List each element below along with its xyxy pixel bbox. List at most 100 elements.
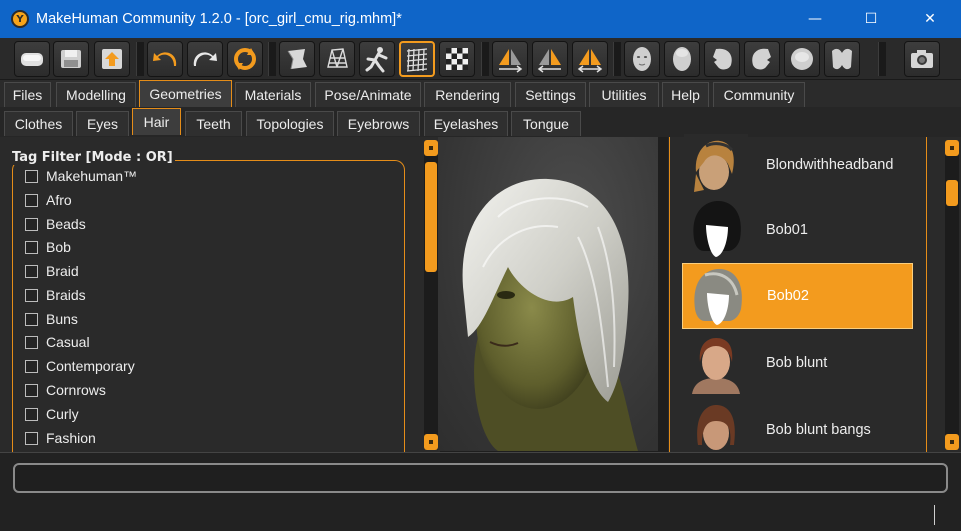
3d-viewport[interactable] bbox=[438, 137, 658, 451]
checkbox[interactable] bbox=[25, 288, 38, 302]
list-item-bob02[interactable]: Bob02 bbox=[682, 263, 913, 329]
tag-checkbox-beads[interactable]: Beads bbox=[25, 214, 86, 234]
tab-eyebrows[interactable]: Eyebrows bbox=[337, 111, 420, 136]
checkbox[interactable] bbox=[25, 312, 38, 326]
tab-materials[interactable]: Materials bbox=[235, 82, 311, 107]
tag-checkbox-fashion[interactable]: Fashion bbox=[25, 428, 96, 448]
tab-files[interactable]: Files bbox=[4, 82, 51, 107]
tab-tongue[interactable]: Tongue bbox=[511, 111, 581, 136]
tag-checkbox-afro[interactable]: Afro bbox=[25, 190, 72, 210]
checkbox[interactable] bbox=[25, 193, 38, 207]
tab-geometries[interactable]: Geometries bbox=[139, 80, 232, 107]
front-view-button[interactable] bbox=[624, 41, 660, 77]
checker-button[interactable] bbox=[439, 41, 475, 77]
smooth-icon bbox=[287, 49, 307, 70]
reset-button[interactable] bbox=[227, 41, 263, 77]
tag-checkbox-casual[interactable]: Casual bbox=[25, 332, 90, 352]
tab-eyelashes[interactable]: Eyelashes bbox=[424, 111, 508, 136]
tab-pose-animate[interactable]: Pose/Animate bbox=[315, 82, 421, 107]
right-view-button[interactable] bbox=[744, 41, 780, 77]
tag-filter-title: Tag Filter [Mode : OR] bbox=[10, 150, 175, 165]
checkbox[interactable] bbox=[25, 431, 38, 445]
grid-button[interactable] bbox=[399, 41, 435, 77]
tab-settings[interactable]: Settings bbox=[515, 82, 586, 107]
minimize-button[interactable]: — bbox=[792, 0, 838, 38]
checkbox[interactable] bbox=[25, 217, 38, 231]
top-view-button[interactable] bbox=[784, 41, 820, 77]
scroll-down-button[interactable] bbox=[945, 434, 959, 450]
checkbox[interactable] bbox=[25, 240, 38, 254]
pose-button[interactable] bbox=[359, 41, 395, 77]
tag-checkbox-braid[interactable]: Braid bbox=[25, 261, 79, 281]
tag-checkbox-curly[interactable]: Curly bbox=[25, 404, 79, 424]
undo-button[interactable] bbox=[147, 41, 183, 77]
tab-clothes[interactable]: Clothes bbox=[4, 111, 73, 136]
redo-button[interactable] bbox=[187, 41, 223, 77]
pose-icon bbox=[365, 47, 388, 73]
list-item-bob-blunt[interactable]: Bob blunt bbox=[682, 330, 913, 396]
checkbox[interactable] bbox=[25, 383, 38, 397]
load-button[interactable] bbox=[14, 41, 50, 77]
save-icon bbox=[61, 50, 81, 68]
tab-community[interactable]: Community bbox=[713, 82, 805, 107]
symmetry-button[interactable] bbox=[572, 41, 608, 77]
tab-rendering[interactable]: Rendering bbox=[424, 82, 511, 107]
screenshot-button[interactable] bbox=[904, 41, 940, 77]
symmetry-icon bbox=[577, 49, 603, 73]
hair-thumbnail bbox=[684, 199, 748, 261]
grid-icon bbox=[406, 48, 428, 72]
window-title: MakeHuman Community 1.2.0 - [orc_girl_cm… bbox=[36, 11, 402, 27]
tag-checkbox-buns[interactable]: Buns bbox=[25, 309, 78, 329]
tab-teeth[interactable]: Teeth bbox=[185, 111, 242, 136]
toolbar-separator bbox=[878, 42, 886, 76]
wireframe-button[interactable] bbox=[319, 41, 355, 77]
tab-utilities[interactable]: Utilities bbox=[589, 82, 659, 107]
smooth-button[interactable] bbox=[279, 41, 315, 77]
scroll-up-button[interactable] bbox=[945, 140, 959, 156]
export-icon bbox=[102, 49, 122, 69]
tag-checkbox-contemporary[interactable]: Contemporary bbox=[25, 356, 135, 376]
tag-checkbox-braids[interactable]: Braids bbox=[25, 285, 86, 305]
hair-thumbnail bbox=[684, 332, 748, 394]
tab-hair[interactable]: Hair bbox=[132, 108, 181, 135]
front-view-icon bbox=[633, 47, 651, 71]
symmetry-left-button[interactable] bbox=[532, 41, 568, 77]
tab-eyes[interactable]: Eyes bbox=[76, 111, 129, 136]
left-panel: Tag Filter [Mode : OR] Makehuman™ Afro B… bbox=[0, 137, 440, 452]
list-item-bob01[interactable]: Bob01 bbox=[682, 197, 913, 263]
title-bar: Y MakeHuman Community 1.2.0 - [orc_girl_… bbox=[0, 0, 961, 38]
left-view-button[interactable] bbox=[704, 41, 740, 77]
tag-label: Buns bbox=[46, 311, 78, 327]
scroll-down-button[interactable] bbox=[424, 434, 438, 450]
bottom-view-button[interactable] bbox=[824, 41, 860, 77]
checkbox[interactable] bbox=[25, 407, 38, 421]
scroll-up-button[interactable] bbox=[424, 140, 438, 156]
progress-bar bbox=[13, 463, 948, 493]
maximize-button[interactable]: ☐ bbox=[848, 0, 894, 38]
toolbar-separator bbox=[136, 42, 144, 76]
tag-label: Contemporary bbox=[46, 358, 135, 374]
right-view-icon bbox=[752, 48, 771, 70]
tab-modelling[interactable]: Modelling bbox=[56, 82, 136, 107]
checkbox[interactable] bbox=[25, 264, 38, 278]
save-button[interactable] bbox=[53, 41, 89, 77]
symmetry-right-button[interactable] bbox=[492, 41, 528, 77]
right-scrollbar[interactable] bbox=[945, 140, 959, 450]
scroll-thumb[interactable] bbox=[946, 180, 958, 206]
checkbox[interactable] bbox=[25, 169, 38, 183]
back-view-button[interactable] bbox=[664, 41, 700, 77]
tag-label: Makehuman™ bbox=[46, 168, 138, 184]
close-button[interactable]: ✕ bbox=[907, 0, 953, 38]
tag-checkbox-bob[interactable]: Bob bbox=[25, 237, 71, 257]
list-item-blondwithheadband[interactable]: Blondwithheadband bbox=[682, 132, 913, 198]
hair-item-label: Blondwithheadband bbox=[766, 157, 894, 173]
tab-topologies[interactable]: Topologies bbox=[246, 111, 334, 136]
tag-checkbox-cornrows[interactable]: Cornrows bbox=[25, 380, 106, 400]
export-button[interactable] bbox=[94, 41, 130, 77]
left-scrollbar[interactable] bbox=[424, 140, 438, 450]
checkbox[interactable] bbox=[25, 359, 38, 373]
tag-checkbox-makehuman[interactable]: Makehuman™ bbox=[25, 166, 137, 186]
checkbox[interactable] bbox=[25, 335, 38, 349]
tab-help[interactable]: Help bbox=[662, 82, 709, 107]
scroll-thumb[interactable] bbox=[425, 162, 437, 272]
